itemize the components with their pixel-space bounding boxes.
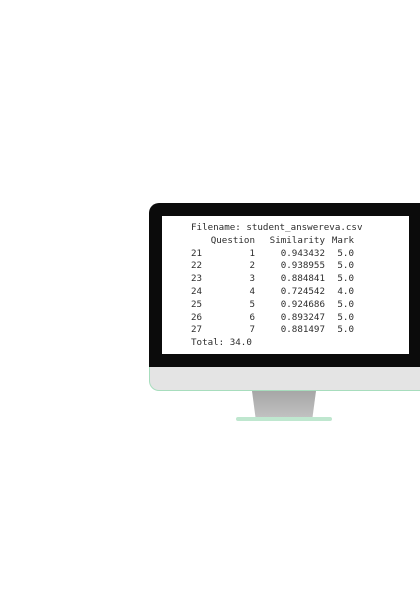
table-row: 22 2 0.938955 5.0 [191, 260, 362, 273]
results-output: Filename: student_answereva.csv Question… [191, 222, 362, 350]
row-mark: 5.0 [337, 298, 354, 310]
monitor-stand-base [236, 417, 332, 421]
table-row: 26 6 0.893247 5.0 [191, 312, 362, 325]
table-row: 25 5 0.924686 5.0 [191, 299, 362, 312]
row-similarity: 0.938955 [280, 260, 325, 272]
row-index: 23 [191, 273, 203, 285]
row-similarity: 0.881497 [280, 324, 325, 336]
table-row: 21 1 0.943432 5.0 [191, 248, 362, 261]
row-similarity: 0.884841 [280, 273, 325, 285]
row-mark: 5.0 [337, 273, 354, 285]
row-question: 5 [249, 298, 255, 310]
row-similarity: 0.724542 [280, 285, 325, 297]
row-index: 21 [191, 247, 203, 259]
row-mark: 5.0 [337, 260, 354, 272]
header-question: Question [210, 234, 255, 246]
row-mark: 5.0 [337, 247, 354, 259]
table-row: 23 3 0.884841 5.0 [191, 273, 362, 286]
row-mark: 4.0 [337, 285, 354, 297]
row-index: 22 [191, 260, 203, 272]
row-question: 4 [249, 285, 255, 297]
table-row: 27 7 0.881497 5.0 [191, 324, 362, 337]
row-index: 27 [191, 324, 203, 336]
row-index: 25 [191, 298, 203, 310]
table-header: Question Similarity Mark [191, 235, 362, 248]
row-index: 26 [191, 311, 203, 323]
row-question: 6 [249, 311, 255, 323]
row-question: 1 [249, 247, 255, 259]
row-mark: 5.0 [337, 311, 354, 323]
header-similarity: Similarity [269, 234, 325, 246]
header-mark: Mark [331, 234, 354, 246]
row-mark: 5.0 [337, 324, 354, 336]
row-question: 7 [249, 324, 255, 336]
total-line: Total: 34.0 [191, 337, 252, 349]
row-similarity: 0.943432 [280, 247, 325, 259]
monitor-stand [252, 391, 316, 420]
row-question: 3 [249, 273, 255, 285]
row-index: 24 [191, 285, 203, 297]
desktop-monitor: Filename: student_answereva.csv Question… [0, 0, 420, 594]
filename-line: Filename: student_answereva.csv [191, 222, 363, 233]
row-question: 2 [249, 260, 255, 272]
row-similarity: 0.924686 [280, 298, 325, 310]
row-similarity: 0.893247 [280, 311, 325, 323]
monitor-chin [149, 367, 420, 391]
table-row: 24 4 0.724542 4.0 [191, 286, 362, 299]
